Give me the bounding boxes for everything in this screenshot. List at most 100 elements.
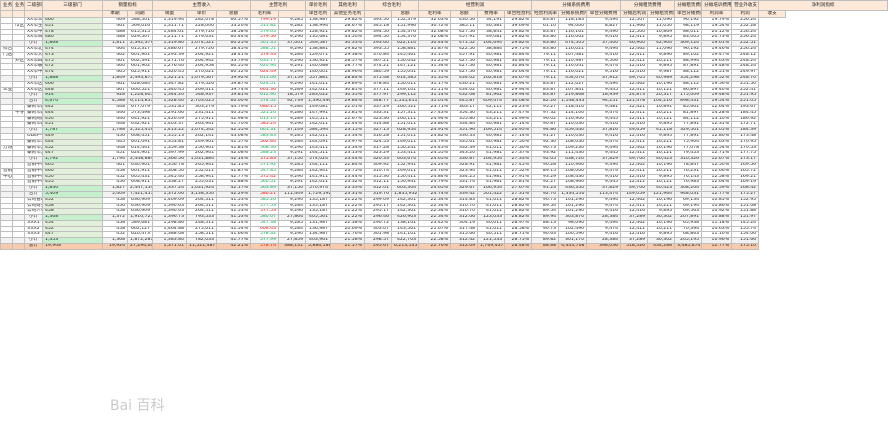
data-cell: 636,909 xyxy=(126,202,154,210)
data-cell: 629,507 xyxy=(126,34,154,42)
data-cell: 434,288 xyxy=(647,243,676,250)
data-cell: 1,074,542 xyxy=(186,127,218,134)
data-cell: 677,079 xyxy=(126,103,154,111)
data-cell: 601,901 xyxy=(126,51,154,59)
data-cell: 518,526 xyxy=(620,243,649,250)
data-cell: XX市四通店 xyxy=(24,57,43,65)
data-cell: 1,228,605 xyxy=(126,92,154,100)
data-cell: 398,036 xyxy=(586,243,622,250)
data-cell: 142,011 xyxy=(305,86,332,94)
data-cell: 3,138,350 xyxy=(186,190,218,198)
data-cell: 市区 xyxy=(12,22,25,30)
data-cell: 1,371.01 xyxy=(152,243,188,250)
table-row: XX市日店480488629,5071,211.71279,03160.44%5… xyxy=(0,34,888,42)
data-cell: 142,011 xyxy=(305,179,332,187)
data-cell: 138,987 xyxy=(305,17,332,24)
data-cell: 综合 xyxy=(0,46,13,53)
header-cell: 本期 xyxy=(102,10,128,18)
data-cell: 312.09 xyxy=(450,243,479,250)
header-cell: 单价 xyxy=(186,10,218,18)
data-cell: 141,011 xyxy=(305,80,332,88)
data-cell: XX市中心店 xyxy=(24,28,43,36)
data-cell: 601,911 xyxy=(126,167,154,175)
data-cell: 145,511 xyxy=(305,115,332,123)
header-cell: 经营利润率 xyxy=(531,10,560,18)
header-cell: 总额 xyxy=(216,10,252,18)
table-row: ODEP-OPEN449450608,4511,355.13262,14143.… xyxy=(0,132,888,140)
data-cell: 19,924 xyxy=(102,243,128,250)
data-cell: 2,525,419 xyxy=(126,127,154,134)
header-group: 营业外收支 xyxy=(731,0,760,11)
header-cell: 分摊后利润 xyxy=(620,10,649,18)
data-cell: 608,911 xyxy=(126,179,154,187)
table-row: XX市中心店478488615,3151,484.61279,72658.58%… xyxy=(0,28,888,36)
table-row: 门店XX市大区店473462601,9011,293.39264,92158.4… xyxy=(0,51,888,59)
data-cell: 142,011 xyxy=(305,132,332,140)
data-cell: 128,921 xyxy=(305,28,332,36)
data-cell: 1,390,490 xyxy=(305,98,332,105)
data-cell: 283,022 xyxy=(305,92,332,100)
header-group: 二级部门 xyxy=(24,0,43,11)
data-cell: 147,991 xyxy=(305,109,332,117)
table-row: 公司管理部452458636,9091,409.09264,51141.53%5… xyxy=(0,196,888,204)
table-row: 泰阿市两商南段451448632,9211,403.37263,94141.70… xyxy=(0,121,888,129)
data-cell: 135,681 xyxy=(305,34,332,42)
data-cell: 608,451 xyxy=(126,132,154,140)
table-row: 泰阿市丰业城店444445601,0911,353.81249,90141.57… xyxy=(0,138,888,146)
header-cell: 销量 xyxy=(152,10,188,18)
data-cell: 营销中心总一部 xyxy=(24,161,43,169)
data-cell: XX市区三亚200号 xyxy=(24,80,43,88)
data-cell: 135,187 xyxy=(305,208,332,216)
data-cell: 公司财务部 xyxy=(24,202,43,210)
table-header: 业务板块业务线条二级部门三级部门销量指标主营收入主营毛利单价毛利其他毛利综合毛利… xyxy=(0,0,888,18)
data-cell: XX市三牌四店 xyxy=(24,17,43,24)
data-cell: 三亚 xyxy=(0,86,13,94)
data-cell: 589,681 xyxy=(126,219,154,227)
data-cell: 营销中心总四部 xyxy=(24,179,43,187)
data-cell: 549,587 xyxy=(305,40,332,47)
header-cell: 总额 xyxy=(450,10,479,18)
header-cell: 单台分摊费用 xyxy=(586,10,622,18)
header-group: 分摊系统费用 xyxy=(531,0,622,11)
data-cell: 615,315 xyxy=(126,28,154,36)
header-cell: 毛利率 xyxy=(250,10,280,18)
header-group: 其他毛利 xyxy=(330,0,366,11)
table-row: 小计 1,787 1,788 2,525,419 1,413.22 1,074,542 42… xyxy=(0,127,888,134)
data-cell: 605,431 xyxy=(126,173,154,181)
data-cell: 136,987 xyxy=(305,225,332,233)
data-cell: 泰阿市丰业城店 xyxy=(24,138,43,146)
table-row: 营销营销中心总二部460458601,9111,308.50252,01141.… xyxy=(0,167,888,175)
table-row: 外区XX市四通店475461602,3911,271.76264,94233.7… xyxy=(0,57,888,65)
data-cell: 88.88 xyxy=(531,243,560,250)
table-row: XXX2 452 458 662,127 1,464.88 275,011 41.54% 60… xyxy=(0,225,888,233)
data-cell: 3,485,874 xyxy=(674,243,703,250)
header-cell xyxy=(278,10,307,18)
data-cell: XX市区三亚主路店 xyxy=(24,86,43,94)
data-cell: 142,011 xyxy=(305,121,332,129)
data-cell: 615,317 xyxy=(126,46,154,53)
data-cell: XX市联营店 xyxy=(24,63,43,71)
data-cell: 140,001 xyxy=(305,69,332,76)
data-cell: 405,561 xyxy=(305,214,332,221)
data-cell: 外区 xyxy=(12,57,25,65)
table-row: 小计 1,353 1,368 1,872,281 1,383.80 782,033 41.7… xyxy=(0,237,888,245)
watermark: Bai 百科 xyxy=(110,398,165,414)
data-cell: 388,131 xyxy=(278,243,307,250)
data-cell: 143,411 xyxy=(305,144,332,152)
table-row: 营销中心总一部465461630,9011,356.78265,94142.15… xyxy=(0,161,888,169)
data-cell: 584,594 xyxy=(305,127,332,134)
table-row: 小计 1,368 1,372 1,910,727 1,396.73 793,533 41.5… xyxy=(0,214,888,221)
data-cell: 578.74 xyxy=(250,243,280,250)
table-row: 合计 5,409 5,409 7,421,457 1,372.06 3,138,350 42… xyxy=(0,190,888,198)
data-cell: 574,024 xyxy=(305,156,332,163)
data-cell: 295.67 xyxy=(364,243,393,250)
data-cell: 129,071 xyxy=(305,51,332,59)
header-cell: 毛利率 xyxy=(418,10,452,18)
table-row: 公司人事部458458636,9091,390.63264,51141.53%5… xyxy=(0,208,888,216)
data-cell: 中心 xyxy=(0,173,13,181)
data-cell: 136,921 xyxy=(305,57,332,65)
header-group: 分摊租赁费用后利润 xyxy=(674,0,703,11)
data-cell xyxy=(12,243,25,250)
data-cell: 泰阿市两商南段 xyxy=(24,121,43,129)
data-cell xyxy=(0,243,13,250)
